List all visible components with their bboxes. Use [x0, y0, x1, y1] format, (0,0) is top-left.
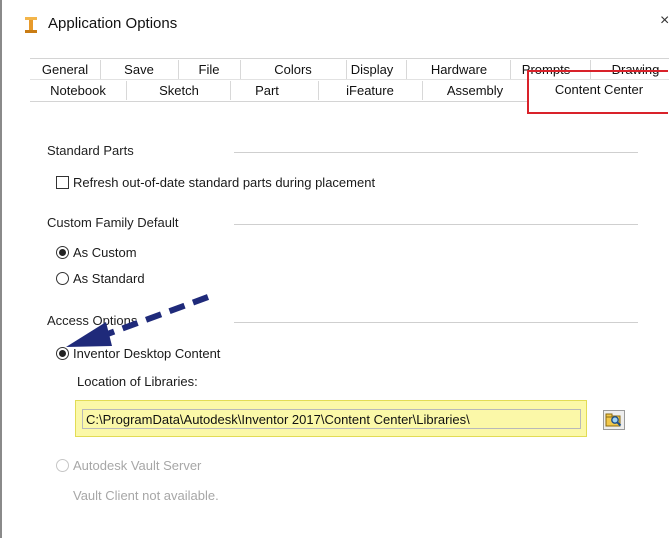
library-path-highlight: [75, 400, 587, 437]
refresh-standard-parts-checkbox[interactable]: [56, 176, 69, 189]
as-custom-radio[interactable]: [56, 246, 69, 259]
tab-assembly[interactable]: Assembly: [422, 81, 528, 100]
as-standard-radio[interactable]: [56, 272, 69, 285]
inventor-desktop-content-radio[interactable]: [56, 347, 69, 360]
as-custom-label: As Custom: [73, 245, 137, 260]
tab-hardware[interactable]: Hardware: [414, 60, 504, 79]
tab-divider: [178, 60, 179, 79]
tab-sketch[interactable]: Sketch: [126, 81, 232, 100]
tab-file[interactable]: File: [178, 60, 240, 79]
tab-divider: [230, 81, 231, 100]
refresh-standard-parts-label: Refresh out-of-date standard parts durin…: [73, 175, 376, 190]
tab-strip-top-border: [30, 58, 669, 59]
tab-strip-bottom-border: [30, 101, 527, 102]
location-of-libraries-label: Location of Libraries:: [77, 374, 198, 389]
tab-ifeature[interactable]: iFeature: [318, 81, 422, 100]
inventor-app-icon: [25, 17, 37, 33]
dialog-title: Application Options: [48, 15, 178, 32]
access-options-heading: Access Options: [47, 313, 138, 328]
tab-divider: [100, 60, 101, 79]
tab-divider: [422, 81, 423, 100]
tab-colors[interactable]: Colors: [240, 60, 346, 79]
tab-divider: [240, 60, 241, 79]
tab-display[interactable]: Display: [346, 60, 398, 79]
vault-status-text: Vault Client not available.: [73, 488, 219, 503]
autodesk-vault-server-label: Autodesk Vault Server: [73, 458, 202, 473]
tab-notebook[interactable]: Notebook: [30, 81, 126, 100]
browse-button[interactable]: [603, 410, 625, 430]
folder-search-icon: [605, 413, 622, 427]
tab-divider: [346, 60, 347, 79]
autodesk-vault-server-radio[interactable]: [56, 459, 69, 472]
group-separator: [234, 152, 638, 153]
application-options-dialog: Application Options × General Save File …: [0, 0, 669, 538]
tab-divider: [406, 60, 407, 79]
tab-save[interactable]: Save: [100, 60, 178, 79]
tab-divider: [318, 81, 319, 100]
tab-divider: [126, 81, 127, 100]
tab-part[interactable]: Part: [232, 81, 302, 100]
standard-parts-heading: Standard Parts: [47, 143, 134, 158]
close-icon[interactable]: ×: [660, 12, 669, 30]
inventor-desktop-content-label: Inventor Desktop Content: [73, 346, 221, 361]
title-bar: Application Options ×: [2, 0, 669, 48]
group-separator: [234, 322, 638, 323]
group-separator: [234, 224, 638, 225]
custom-family-default-heading: Custom Family Default: [47, 215, 179, 230]
tab-divider: [510, 60, 511, 79]
content-center-tab-highlight: [527, 70, 668, 114]
library-location-input[interactable]: [82, 409, 581, 429]
as-standard-label: As Standard: [73, 271, 145, 286]
tab-general[interactable]: General: [30, 60, 100, 79]
